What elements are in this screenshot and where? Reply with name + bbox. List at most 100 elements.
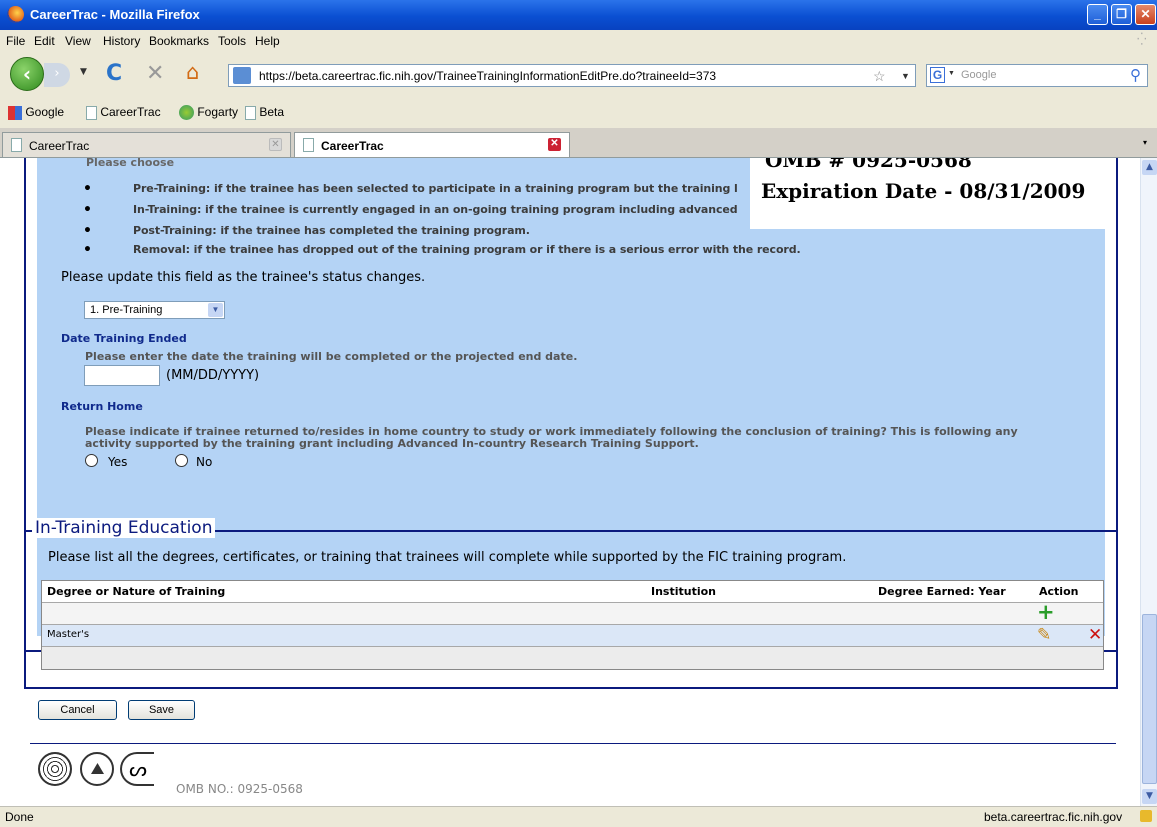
tab-close-icon[interactable]: ✕ xyxy=(269,138,282,151)
menu-view[interactable]: View xyxy=(65,34,91,48)
menu-history[interactable]: History xyxy=(103,34,140,48)
forward-button[interactable]: › xyxy=(44,63,70,87)
back-button[interactable]: ‹ xyxy=(10,57,44,91)
status-bar: Done beta.careertrac.fic.nih.gov xyxy=(0,806,1157,827)
col-year: Degree Earned: Year xyxy=(878,585,1006,598)
chevron-down-icon: ▼ xyxy=(208,303,223,317)
site-identity-icon[interactable] xyxy=(233,67,251,84)
partial-label: Please choose xyxy=(86,158,175,169)
bookmark-careertrac[interactable]: CareerTrac xyxy=(86,105,161,120)
url-bar[interactable]: https://beta.careertrac.fic.nih.gov/Trai… xyxy=(228,64,916,87)
education-table: Degree or Nature of Training Institution… xyxy=(41,580,1104,670)
reload-icon[interactable]: C xyxy=(106,61,122,86)
fogarty-icon xyxy=(179,105,194,121)
url-text: https://beta.careertrac.fic.nih.gov/Trai… xyxy=(259,69,717,83)
page-icon xyxy=(86,105,97,120)
bookmark-label: Fogarty xyxy=(197,105,239,119)
logo-hhs-emblem xyxy=(38,752,72,786)
bookmark-star-icon[interactable]: ☆ xyxy=(873,68,886,85)
table-header: Degree or Nature of Training Institution… xyxy=(42,581,1103,603)
window-title-bar: CareerTrac - Mozilla Firefox _ ❐ ✕ xyxy=(0,0,1157,30)
date-format-hint: (MM/DD/YYYY) xyxy=(166,368,260,383)
return-home-help-2: activity supported by the training grant… xyxy=(85,437,699,450)
bookmark-google[interactable]: Google xyxy=(8,105,64,120)
throbber-icon: ⁛ xyxy=(1137,32,1147,46)
edit-pencil-icon[interactable]: ✎ xyxy=(1037,625,1051,645)
table-row-add: + xyxy=(42,600,1103,625)
history-dropdown-icon[interactable]: ▼ xyxy=(80,67,87,77)
search-box[interactable]: G ▼ Google ⚲ xyxy=(926,64,1148,87)
omb-box: OMB # 0925-0568 Expiration Date - 08/31/… xyxy=(750,158,1112,229)
page-icon xyxy=(11,138,22,152)
search-placeholder: Google xyxy=(961,69,997,81)
tab-bar: CareerTrac ✕ CareerTrac ✕ ▾ xyxy=(0,128,1157,158)
minimize-button[interactable]: _ xyxy=(1087,4,1108,25)
scroll-up-icon[interactable]: ▲ xyxy=(1142,160,1157,175)
vertical-scrollbar[interactable]: ▲ ▼ xyxy=(1140,158,1157,806)
tab-close-icon[interactable]: ✕ xyxy=(548,138,561,151)
tab-list-icon[interactable]: ▾ xyxy=(1143,138,1147,147)
tab-label: CareerTrac xyxy=(321,139,384,153)
date-ended-input[interactable] xyxy=(84,365,160,386)
status-update-note: Please update this field as the trainee'… xyxy=(61,270,426,285)
return-home-no-radio[interactable] xyxy=(175,454,188,467)
logo-hhs-eagle: ᔕ xyxy=(120,752,154,786)
logo-nih-seal xyxy=(80,752,114,786)
bookmark-beta[interactable]: Beta xyxy=(245,105,284,120)
col-action: Action xyxy=(1039,585,1079,598)
date-ended-label: Date Training Ended xyxy=(61,332,187,345)
bullet-text: In-Training: if the trainee is currently… xyxy=(133,203,738,216)
omb-expiration: Expiration Date - 08/31/2009 xyxy=(761,179,1086,203)
menu-edit[interactable]: Edit xyxy=(34,34,55,48)
google-engine-icon[interactable]: G xyxy=(930,67,945,83)
tab-label: CareerTrac xyxy=(29,139,90,153)
lock-icon[interactable] xyxy=(1140,810,1152,822)
maximize-button[interactable]: ❐ xyxy=(1111,4,1132,25)
yes-label: Yes xyxy=(108,455,128,469)
save-button[interactable]: Save xyxy=(128,700,195,720)
no-label: No xyxy=(196,455,213,469)
page-icon xyxy=(303,138,314,152)
search-icon[interactable]: ⚲ xyxy=(1130,66,1141,84)
close-window-button[interactable]: ✕ xyxy=(1135,4,1156,25)
bullet-text: Post-Training: if the trainee has comple… xyxy=(133,224,530,237)
navigation-toolbar: ‹ › ▼ C ✕ ⌂ https://beta.careertrac.fic.… xyxy=(0,51,1157,98)
tab-careertrac-2[interactable]: CareerTrac ✕ xyxy=(294,132,570,157)
omb-number: OMB # 0925-0568 xyxy=(765,158,972,172)
table-row-empty xyxy=(42,647,1103,669)
education-fieldset: In-Training Education Please list all th… xyxy=(24,518,1118,689)
menu-bar: File Edit View History Bookmarks Tools H… xyxy=(0,30,1157,51)
training-status-select[interactable]: 1. Pre-Training ▼ xyxy=(84,301,225,319)
footer-omb: OMB NO.: 0925-0568 xyxy=(176,782,303,796)
tab-careertrac-1[interactable]: CareerTrac ✕ xyxy=(2,132,291,157)
col-degree: Degree or Nature of Training xyxy=(47,585,226,598)
scrollbar-thumb[interactable] xyxy=(1142,614,1157,784)
col-institution: Institution xyxy=(651,585,717,598)
selected-status: 1. Pre-Training xyxy=(90,304,163,316)
return-home-label: Return Home xyxy=(61,400,143,413)
home-icon[interactable]: ⌂ xyxy=(186,60,199,84)
bookmark-fogarty[interactable]: Fogarty xyxy=(179,105,239,121)
bookmark-label: Google xyxy=(25,105,65,119)
education-legend: In-Training Education xyxy=(32,518,216,538)
date-ended-help: Please enter the date the training will … xyxy=(85,350,578,363)
delete-icon[interactable]: ✕ xyxy=(1088,625,1102,645)
stop-icon[interactable]: ✕ xyxy=(146,61,164,86)
bullet-text: Pre-Training: if the trainee has been se… xyxy=(133,182,738,195)
page-content: Please choose • Pre-Training: if the trai… xyxy=(0,158,1140,806)
bullet-text: Removal: if the trainee has dropped out … xyxy=(133,243,801,256)
menu-bookmarks[interactable]: Bookmarks xyxy=(149,34,209,48)
url-dropdown-icon[interactable]: ▼ xyxy=(901,71,910,81)
menu-help[interactable]: Help xyxy=(255,34,280,48)
cancel-button[interactable]: Cancel xyxy=(38,700,117,720)
table-row: Master's ✎ ✕ xyxy=(42,625,1103,647)
page-icon xyxy=(245,105,256,120)
engine-dropdown-icon[interactable]: ▼ xyxy=(948,70,955,77)
menu-file[interactable]: File xyxy=(6,34,25,48)
return-home-yes-radio[interactable] xyxy=(85,454,98,467)
degree-cell: Master's xyxy=(47,629,90,640)
add-icon[interactable]: + xyxy=(1037,600,1055,624)
scroll-down-icon[interactable]: ▼ xyxy=(1142,789,1157,804)
menu-tools[interactable]: Tools xyxy=(218,34,246,48)
firefox-icon xyxy=(7,6,24,23)
